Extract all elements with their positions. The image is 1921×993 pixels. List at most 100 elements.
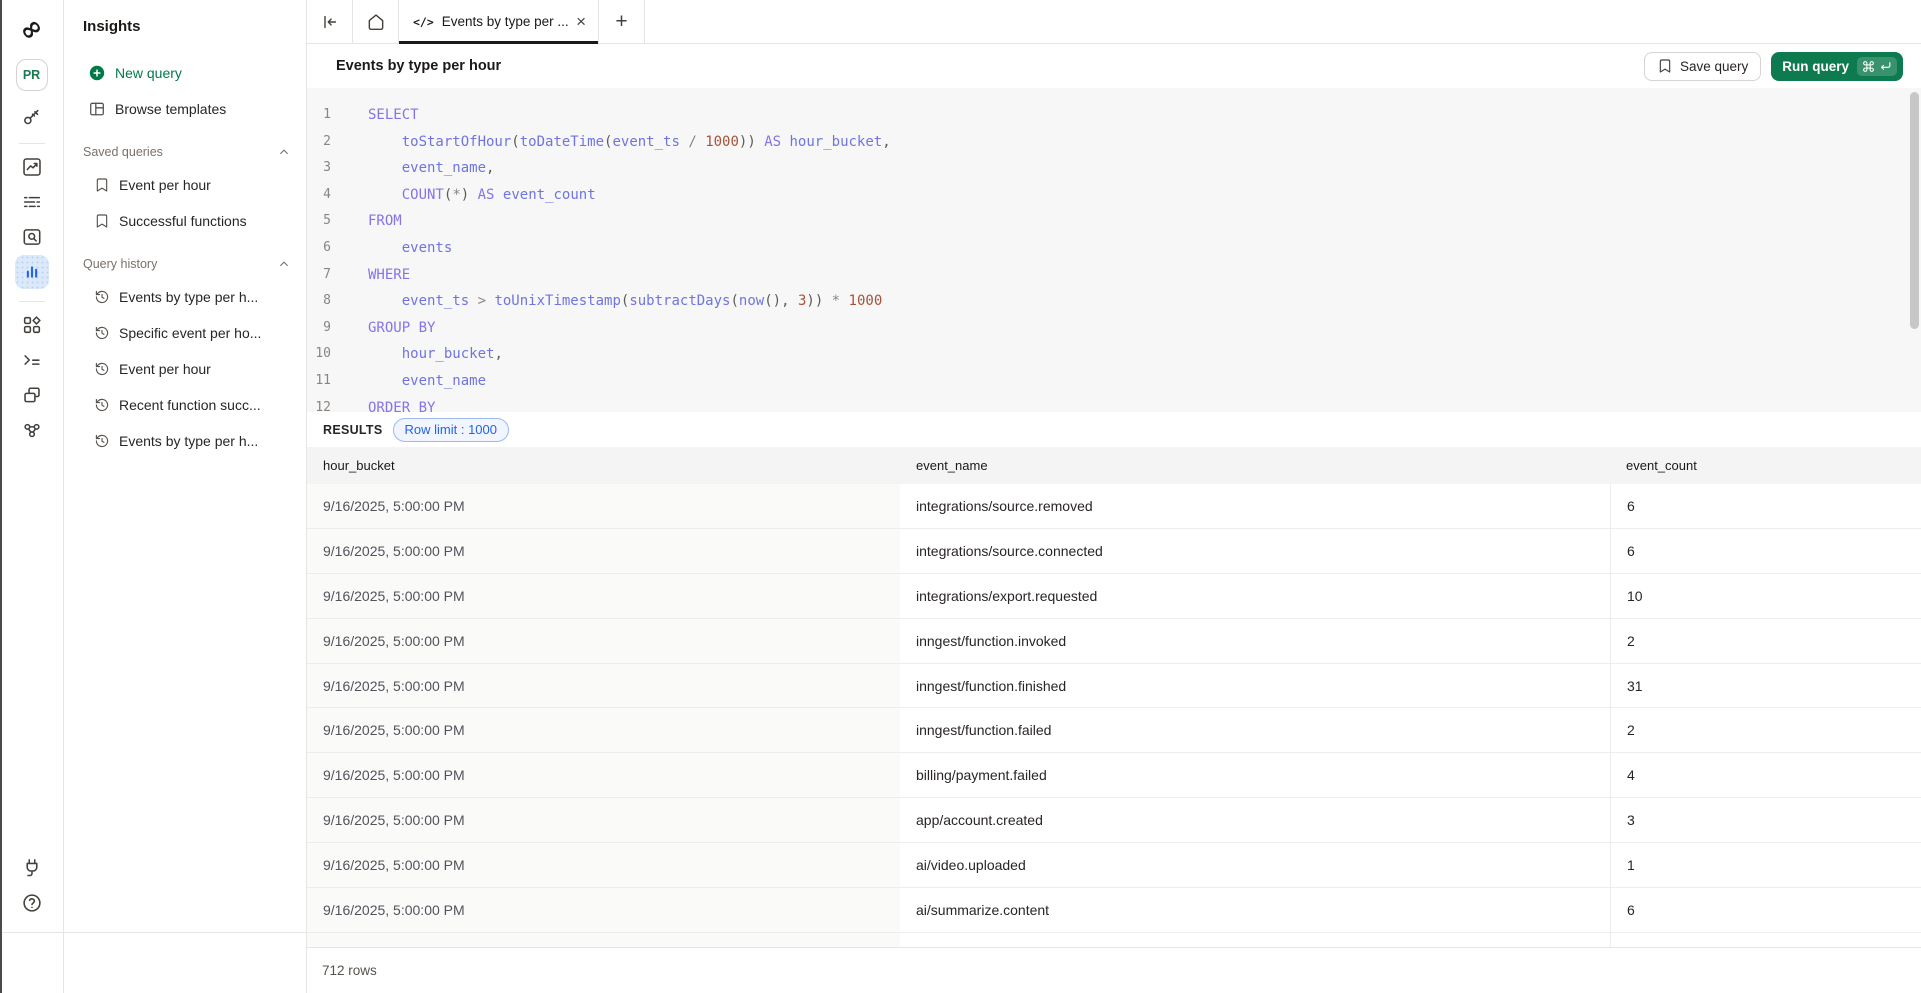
- doc-search-icon: [21, 226, 43, 248]
- profile-badge[interactable]: PR: [16, 59, 48, 91]
- apps-grid-icon: [21, 314, 43, 336]
- rail-btn-plug-icon[interactable]: [15, 851, 49, 885]
- inngest-status-button[interactable]: ∞: [13, 942, 50, 979]
- cell-hour-bucket: 9/16/2025, 5:00:00 PM: [307, 708, 900, 752]
- cell-event-count: 31: [1610, 664, 1921, 708]
- cell-hour-bucket: 9/16/2025, 5:00:00 PM: [307, 888, 900, 932]
- column-header-hour-bucket: hour_bucket: [307, 458, 900, 473]
- cell-event-count: 2: [1610, 619, 1921, 663]
- sidebar-item-label: Event per hour: [119, 177, 211, 193]
- collapse-sidebar-button[interactable]: [307, 0, 353, 43]
- table-row: 9/16/2025, 5:00:00 PM ai/summarize.conte…: [307, 888, 1921, 933]
- sidebar-menu: New query Browse templates Saved queries…: [64, 55, 306, 459]
- code-line: 7 WHERE: [307, 262, 1921, 289]
- save-query-button[interactable]: Save query: [1644, 52, 1761, 81]
- inngest-logo[interactable]: ∞: [14, 11, 50, 47]
- rail-footer: ∞: [0, 932, 63, 993]
- tab-events-by-type[interactable]: </> Events by type per ... ×: [399, 0, 599, 43]
- sql-editor[interactable]: 1 SELECT2 toStartOfHour(toDateTime(event…: [307, 88, 1921, 412]
- cell-hour-bucket: 9/16/2025, 5:00:00 PM: [307, 619, 900, 663]
- cell-hour-bucket: 9/16/2025, 5:00:00 PM: [307, 798, 900, 842]
- collapse-left-icon: [320, 12, 340, 32]
- divider: [19, 301, 45, 302]
- line-number: 5: [307, 208, 331, 235]
- rail-btn-windows-icon[interactable]: [15, 378, 49, 412]
- table-row: 9/16/2025, 5:00:00 PM integrations/sourc…: [307, 484, 1921, 529]
- plug-icon: [21, 857, 43, 879]
- code-line: 10 hour_bucket,: [307, 341, 1921, 368]
- line-number: 1: [307, 102, 331, 129]
- results-header: RESULTS Row limit : 1000: [307, 412, 1921, 447]
- return-icon: [1879, 60, 1892, 73]
- section-header[interactable]: Query history: [64, 249, 306, 279]
- cell-event-count: 3: [1610, 798, 1921, 842]
- cell-hour-bucket: 9/16/2025, 5:00:00 PM: [307, 484, 900, 528]
- home-tab-button[interactable]: [353, 0, 399, 43]
- app-window: ∞ PR ∞ Insights New query Browse templat…: [0, 0, 1921, 993]
- section-header[interactable]: Saved queries: [64, 137, 306, 167]
- new-query-button[interactable]: New query: [64, 55, 306, 91]
- terminal-icon: [21, 349, 43, 371]
- run-query-label: Run query: [1782, 59, 1849, 74]
- sidebar-item[interactable]: Successful functions: [64, 203, 306, 239]
- sidebar-item-label: Recent function succ...: [119, 397, 261, 413]
- windows-icon: [21, 384, 43, 406]
- line-number: 4: [307, 182, 331, 209]
- rail-btn-bar-chart-icon[interactable]: [15, 255, 49, 289]
- line-number: 11: [307, 368, 331, 395]
- sidebar-item[interactable]: Recent function succ...: [64, 387, 306, 423]
- rail-btn-help-icon[interactable]: [15, 886, 49, 920]
- section-label: Saved queries: [83, 145, 163, 159]
- run-query-button[interactable]: Run query: [1771, 52, 1903, 81]
- rail-btn-apps-grid-icon[interactable]: [15, 308, 49, 342]
- code-line: 3 event_name,: [307, 155, 1921, 182]
- rail-btn-terminal-icon[interactable]: [15, 343, 49, 377]
- line-number: 6: [307, 235, 331, 262]
- sidebar-item[interactable]: Event per hour: [64, 351, 306, 387]
- plus-circle-icon: [88, 64, 106, 82]
- main-panel: </> Events by type per ... × + Events by…: [307, 0, 1921, 993]
- cell-hour-bucket: 9/16/2025, 5:00:00 PM: [307, 753, 900, 797]
- new-query-label: New query: [115, 65, 182, 81]
- rail-btn-list-filter-icon[interactable]: [15, 185, 49, 219]
- browse-templates-button[interactable]: Browse templates: [64, 91, 306, 127]
- cell-hour-bucket: 9/16/2025, 5:00:00 PM: [307, 843, 900, 887]
- window-edge: [0, 0, 2, 993]
- cell-event-name: inngest/function.failed: [900, 722, 1610, 738]
- sidebar-item[interactable]: Event per hour: [64, 167, 306, 203]
- sidebar: Insights New query Browse templates Save…: [64, 0, 307, 993]
- home-icon: [366, 12, 386, 32]
- line-number: 3: [307, 155, 331, 182]
- sidebar-item[interactable]: Events by type per h...: [64, 423, 306, 459]
- table-row: 9/16/2025, 5:00:00 PM inngest/function.f…: [307, 664, 1921, 709]
- cell-event-name: ai/summarize.content: [900, 902, 1610, 918]
- workflow-icon: [21, 419, 43, 441]
- query-toolbar: Events by type per hour Save query Run q…: [307, 44, 1921, 88]
- tab-bar: </> Events by type per ... × +: [307, 0, 1921, 44]
- editor-scrollbar[interactable]: [1910, 92, 1919, 329]
- cell-event-count: 10: [1610, 574, 1921, 618]
- history-icon: [94, 397, 110, 413]
- sidebar-footer: [64, 932, 306, 993]
- code-line: 2 toStartOfHour(toDateTime(event_ts / 10…: [307, 129, 1921, 156]
- plus-icon: +: [615, 11, 627, 32]
- sidebar-item[interactable]: Events by type per h...: [64, 279, 306, 315]
- code-line: 4 COUNT(*) AS event_count: [307, 182, 1921, 209]
- code-line: 12 ORDER BY: [307, 395, 1921, 412]
- page-title: Insights: [64, 0, 306, 44]
- key-icon: [21, 106, 43, 128]
- rail-btn-doc-search-icon[interactable]: [15, 220, 49, 254]
- history-icon: [94, 433, 110, 449]
- close-tab-icon[interactable]: ×: [576, 13, 586, 30]
- rail-btn-key-icon[interactable]: [15, 100, 49, 134]
- new-tab-button[interactable]: +: [599, 0, 645, 43]
- inngest-logo-icon: ∞: [14, 11, 48, 46]
- code-line: 6 events: [307, 235, 1921, 262]
- rail-btn-workflow-icon[interactable]: [15, 413, 49, 447]
- rail-btn-line-chart-icon[interactable]: [15, 150, 49, 184]
- sidebar-item[interactable]: Specific event per ho...: [64, 315, 306, 351]
- history-icon: [94, 289, 110, 305]
- row-limit-badge[interactable]: Row limit : 1000: [393, 418, 509, 442]
- table-row: 9/16/2025, 5:00:00 PM ai/video.uploaded …: [307, 843, 1921, 888]
- line-number: 7: [307, 262, 331, 289]
